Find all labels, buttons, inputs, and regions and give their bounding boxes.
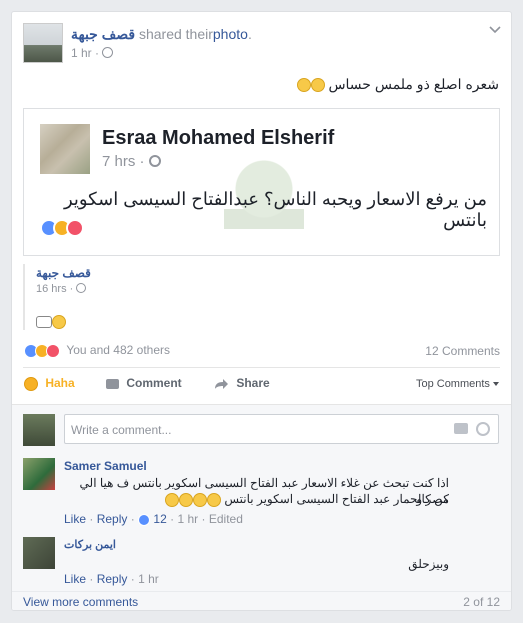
shared-post-text: من يرفع الاسعار ويحبه الناس؟ عبدالفتاح ا…: [63, 189, 487, 230]
commenter-avatar[interactable]: [23, 537, 55, 569]
haha-label: Haha: [45, 376, 75, 390]
post-meta: 1 hr ·: [71, 46, 114, 60]
comment-button[interactable]: Comment: [106, 376, 182, 390]
shared-post-meta: 7 hrs ·: [102, 153, 161, 170]
edited-label[interactable]: Edited: [209, 512, 243, 526]
shared-photo[interactable]: Esraa Mohamed Elsherif 7 hrs · من يرفع ا…: [23, 108, 500, 256]
comment-label: Comment: [126, 376, 182, 390]
comment-time[interactable]: 1 hr: [177, 512, 198, 526]
comment-actions: Like · Reply · 12 · 1 hr · Edited: [64, 512, 243, 526]
love-reaction-icon: [46, 343, 60, 358]
caption-text: شعره اصلع ذو ملمس حساس: [328, 76, 499, 92]
globe-icon: [148, 155, 161, 167]
sticker-icon[interactable]: [476, 422, 490, 436]
comment-placeholder: Write a comment...: [71, 423, 172, 437]
comment-time[interactable]: 1 hr: [138, 572, 159, 586]
comment-like-count[interactable]: 12: [153, 512, 166, 526]
divider: [23, 367, 500, 368]
share-button[interactable]: Share: [214, 376, 270, 390]
reply-link[interactable]: Reply: [97, 572, 128, 586]
commenter-name[interactable]: Samer Samuel: [64, 459, 147, 473]
like-reaction-icon: [138, 513, 151, 526]
shared-author-avatar: [40, 124, 90, 174]
comment-icon: [106, 378, 119, 389]
shared-text: shared their: [138, 26, 213, 42]
hand-emoji-icon: [36, 315, 52, 328]
page-name-link[interactable]: قصف جبهة: [71, 26, 135, 42]
post-time[interactable]: 1 hr: [71, 46, 92, 60]
laughing-emoji-icon: [207, 492, 222, 507]
laughing-emoji-icon: [193, 492, 208, 507]
reactions-summary[interactable]: You and 482 others: [24, 343, 170, 358]
reply-link[interactable]: Reply: [97, 512, 128, 526]
shared-author-name: Esraa Mohamed Elsherif: [102, 127, 335, 149]
comments-pager: 2 of 12: [463, 595, 500, 609]
post-header: قصف جبهة shared theirphoto.: [71, 26, 252, 42]
divider: [12, 591, 511, 592]
shared-reactions: [40, 219, 84, 240]
sub-share-time[interactable]: 16 hrs: [36, 283, 67, 295]
like-link[interactable]: Like: [64, 512, 86, 526]
laughing-emoji-icon: [296, 78, 311, 93]
page-avatar[interactable]: [23, 23, 63, 63]
globe-icon: [76, 283, 87, 293]
haha-button[interactable]: Haha: [24, 376, 75, 391]
sub-share-meta: 16 hrs ·: [36, 283, 87, 295]
laughing-emoji-icon: [179, 492, 194, 507]
top-comments-label: Top Comments: [415, 378, 490, 390]
view-more-comments-link[interactable]: View more comments: [23, 595, 138, 609]
top-comments-dropdown[interactable]: Top Comments: [416, 378, 499, 390]
post-card: قصف جبهة shared theirphoto. 1 hr · شعره …: [11, 11, 512, 611]
laughing-emoji-icon: [310, 78, 325, 93]
chevron-down-icon[interactable]: [489, 24, 501, 36]
laughing-emoji-icon: [52, 314, 66, 329]
comments-count[interactable]: 12 Comments: [425, 344, 500, 358]
sub-share-name[interactable]: قصف جبهة: [36, 266, 91, 280]
share-label: Share: [236, 376, 270, 390]
comments-section: Write a comment... Samer Samuel اذا كنت …: [12, 404, 511, 610]
comment-text: وبيزحلق: [408, 557, 449, 571]
comment-actions: Like · Reply · 1 hr: [64, 572, 159, 586]
share-icon: [215, 378, 228, 389]
comment-text: كن كالحمار عبد الفتاح السيسى اسكوير بانت…: [224, 492, 449, 506]
sub-share-emojis: [36, 314, 66, 329]
love-reaction-icon: [66, 219, 84, 237]
commenter-avatar[interactable]: [23, 458, 55, 490]
commenter-name[interactable]: ايمن بركات: [64, 538, 116, 551]
camera-icon[interactable]: [454, 423, 468, 434]
haha-reaction-icon: [24, 376, 38, 391]
shared-post-time: 7 hrs: [102, 153, 136, 170]
comment-text-line: كن كالحمار عبد الفتاح السيسى اسكوير بانت…: [64, 491, 449, 507]
caret-down-icon: [493, 382, 499, 387]
comment-input[interactable]: Write a comment...: [64, 414, 499, 444]
photo-link[interactable]: photo: [213, 26, 248, 42]
globe-icon: [102, 47, 114, 58]
reactions-count-text[interactable]: You and 482 others: [66, 343, 170, 357]
laughing-emoji-icon: [165, 492, 180, 507]
user-avatar[interactable]: [23, 414, 55, 446]
quote-bar: [23, 264, 25, 330]
post-caption: شعره اصلع ذو ملمس حساس: [296, 76, 499, 93]
like-link[interactable]: Like: [64, 572, 86, 586]
